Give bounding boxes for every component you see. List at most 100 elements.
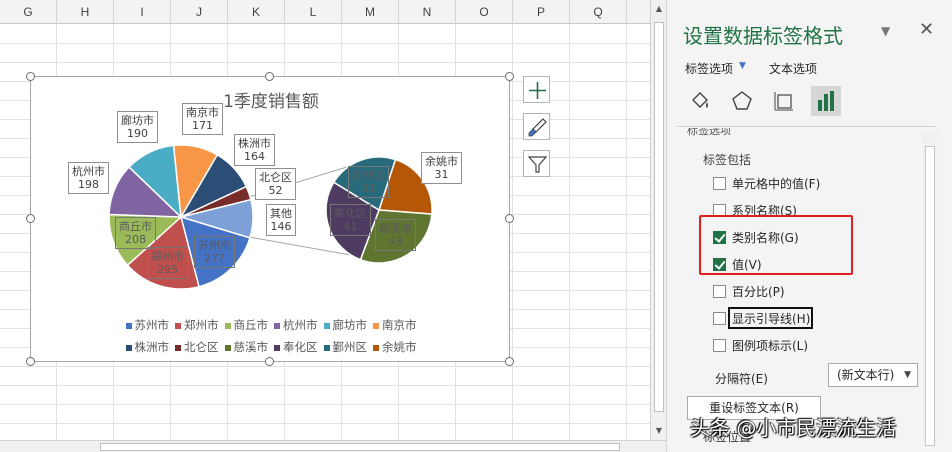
pane-options-caret-icon[interactable]: ▼ <box>881 24 890 38</box>
close-icon[interactable]: ✕ <box>919 19 934 40</box>
worksheet[interactable]: GHIJKLMNOPQ 1季度销售额 其他 146 苏州市 277 郑州市 295 商丘市 2… <box>0 0 650 440</box>
column-header-O[interactable]: O <box>456 0 513 24</box>
legend-item[interactable]: 苏州市 <box>125 317 170 333</box>
legend-item[interactable]: 南京市 <box>373 317 417 333</box>
legend-item[interactable]: 廊坊市 <box>323 317 368 333</box>
scroll-thumb[interactable] <box>654 22 664 412</box>
resize-handle-tl[interactable] <box>26 72 35 81</box>
legend-swatch-icon <box>175 322 181 329</box>
data-label-category: 杭州市 <box>72 165 105 178</box>
resize-handle-bc[interactable] <box>265 357 274 366</box>
data-label-南京市[interactable]: 南京市 171 <box>182 103 223 135</box>
resize-handle-br[interactable] <box>505 357 514 366</box>
legend-label: 苏州市 <box>134 318 170 332</box>
legend-item[interactable]: 慈溪市 <box>224 339 268 355</box>
pie-of-pie-chart[interactable]: 1季度销售额 其他 146 苏州市 277 郑州市 295 商丘市 208 杭州市 198 廊坊市 1… <box>30 76 510 362</box>
size-properties-icon <box>774 92 793 111</box>
data-label-category: 商丘市 <box>119 220 152 233</box>
checkbox-show-leader-lines[interactable] <box>713 312 726 325</box>
data-label-杭州市[interactable]: 杭州市 198 <box>68 162 109 194</box>
option-legend-key[interactable]: 图例项标示(L) <box>713 337 808 354</box>
legend-label: 商丘市 <box>233 318 269 332</box>
legend-item[interactable]: 杭州市 <box>274 317 318 333</box>
column-header-H[interactable]: H <box>57 0 114 24</box>
legend-row-2[interactable]: 株洲市 北仑区 慈溪市 奉化区 鄞州区 余姚市 <box>31 339 511 355</box>
legend-item[interactable]: 北仑区 <box>175 339 219 355</box>
brush-style-icon <box>528 118 547 137</box>
tab-label-options[interactable]: 标签选项 <box>685 60 733 77</box>
column-header-I[interactable]: I <box>114 0 171 24</box>
data-label-其他[interactable]: 其他 146 <box>266 204 296 236</box>
data-label-北仑区[interactable]: 北仑区 52 <box>255 168 296 200</box>
option-value-from-cells[interactable]: 单元格中的值(F) <box>713 175 820 192</box>
legend-label: 奉化区 <box>283 340 318 354</box>
legend-swatch-icon <box>373 344 379 351</box>
column-header-M[interactable]: M <box>342 0 399 24</box>
option-percentage[interactable]: 百分比(P) <box>713 283 785 300</box>
chevron-down-icon[interactable]: ▼ <box>739 61 746 71</box>
legend-row-1[interactable]: 苏州市 郑州市 商丘市 杭州市 廊坊市 南京市 <box>31 317 511 333</box>
pane-scrollbar[interactable] <box>923 132 937 446</box>
data-label-value: 190 <box>127 127 148 140</box>
column-header-Q[interactable]: Q <box>570 0 627 24</box>
column-header-K[interactable]: K <box>228 0 285 24</box>
column-header-G[interactable]: G <box>0 0 57 24</box>
checkbox-percentage[interactable] <box>713 285 726 298</box>
highlight-box <box>699 215 853 275</box>
checkbox-legend-key[interactable] <box>713 339 726 352</box>
data-label-value: 31 <box>434 168 449 181</box>
legend-item[interactable]: 余姚市 <box>373 339 417 355</box>
tab-text-options[interactable]: 文本选项 <box>769 60 817 77</box>
data-label-value: 146 <box>270 220 292 233</box>
legend-label: 廊坊市 <box>332 318 368 332</box>
grid-line-vertical <box>569 24 570 440</box>
legend-label: 南京市 <box>382 318 417 332</box>
data-label-商丘市[interactable]: 商丘市 208 <box>115 217 156 249</box>
separator-select[interactable]: (新文本行) ▼ <box>828 363 918 387</box>
scroll-down-arrow-icon[interactable]: ▼ <box>653 424 665 438</box>
label-options-tab[interactable] <box>811 86 841 116</box>
data-label-category: 郑州市 <box>151 250 184 263</box>
legend-item[interactable]: 奉化区 <box>274 339 318 355</box>
horizontal-scrollbar[interactable] <box>0 440 666 452</box>
data-label-廊坊市[interactable]: 廊坊市 190 <box>117 111 158 143</box>
grid-line-vertical <box>626 24 627 440</box>
column-header-P[interactable]: P <box>513 0 570 24</box>
column-header-J[interactable]: J <box>171 0 228 24</box>
data-label-value: 41 <box>343 220 358 233</box>
data-label-奉化区[interactable]: 奉化区 41 <box>330 204 371 236</box>
vertical-scrollbar[interactable]: ▲ ▼ <box>650 0 666 440</box>
data-label-苏州市[interactable]: 苏州市 277 <box>194 236 235 268</box>
grid-line-horizontal <box>0 43 650 44</box>
horizontal-scroll-thumb[interactable] <box>100 443 620 451</box>
data-label-余姚市[interactable]: 余姚市 31 <box>421 152 462 184</box>
scroll-up-arrow-icon[interactable]: ▲ <box>653 2 665 16</box>
legend-item[interactable]: 商丘市 <box>224 317 269 333</box>
fill-line-tab[interactable] <box>685 86 715 116</box>
resize-handle-ml[interactable] <box>26 214 35 223</box>
data-label-鄞州区[interactable]: 鄞州区 31 <box>348 166 389 198</box>
resize-handle-bl[interactable] <box>26 357 35 366</box>
checkbox-value-from-cells[interactable] <box>713 177 726 190</box>
legend-item[interactable]: 鄞州区 <box>323 339 367 355</box>
chart-styles-button[interactable] <box>523 113 550 140</box>
data-label-value: 52 <box>268 184 283 197</box>
legend-item[interactable]: 郑州市 <box>175 317 219 333</box>
legend-item[interactable]: 株洲市 <box>125 339 170 355</box>
column-header-N[interactable]: N <box>399 0 456 24</box>
resize-handle-mr[interactable] <box>505 214 514 223</box>
legend-label: 株洲市 <box>134 340 170 354</box>
effects-tab[interactable] <box>727 86 757 116</box>
chart-filters-button[interactable] <box>523 150 550 177</box>
data-label-郑州市[interactable]: 郑州市 295 <box>147 247 188 279</box>
pane-scroll-thumb[interactable] <box>925 146 935 446</box>
resize-handle-tr[interactable] <box>505 72 514 81</box>
column-header-L[interactable]: L <box>285 0 342 24</box>
data-label-value: 31 <box>361 182 376 195</box>
chart-elements-button[interactable] <box>523 76 550 103</box>
size-properties-tab[interactable] <box>769 86 799 116</box>
data-label-株洲市[interactable]: 株洲市 164 <box>234 134 275 166</box>
data-label-慈溪市[interactable]: 慈溪市 43 <box>375 219 416 251</box>
resize-handle-tc[interactable] <box>265 72 274 81</box>
section-header-partial[interactable]: 标签选项 <box>687 128 731 136</box>
